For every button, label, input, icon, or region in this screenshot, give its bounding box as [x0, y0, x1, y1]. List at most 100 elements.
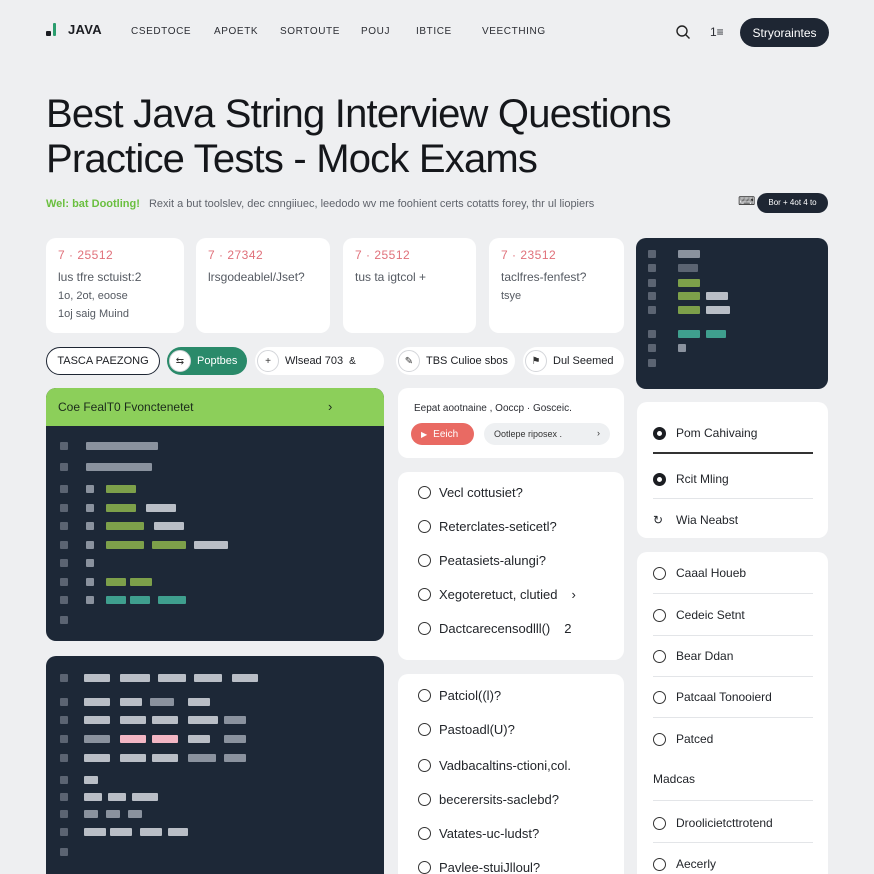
- code-token: [60, 716, 68, 724]
- play-button[interactable]: ▶ Eeich: [411, 423, 474, 445]
- divider: [653, 717, 813, 718]
- bell-icon[interactable]: ⌨: [738, 194, 755, 208]
- answer-option[interactable]: Patciol((l)?: [418, 688, 501, 703]
- code-token: [60, 735, 68, 743]
- radio-button[interactable]: [418, 622, 431, 635]
- sidebar-item[interactable]: Droolicietcttrotend: [653, 816, 773, 830]
- answer-option[interactable]: Vadbacaltins-ctioni,col.: [418, 758, 571, 773]
- radio-button[interactable]: [418, 759, 431, 772]
- code-token: [106, 485, 136, 493]
- code-token: [706, 330, 726, 338]
- radio-button[interactable]: [418, 486, 431, 499]
- answer-option[interactable]: Pastoadl(U)?: [418, 722, 515, 737]
- nav-link-2[interactable]: APOETK: [214, 26, 258, 37]
- sidebar-item[interactable]: Rcit Mling: [653, 472, 729, 486]
- answer-option[interactable]: Vatates-uc-ludst?: [418, 826, 539, 841]
- radio-button[interactable]: [653, 649, 666, 663]
- code-token: [60, 485, 68, 493]
- nav-link-6[interactable]: VEECTHING: [482, 26, 546, 37]
- answer-text: Reterclates-seticetl?: [439, 519, 557, 534]
- code-token: [128, 810, 142, 818]
- radio-button[interactable]: [418, 689, 431, 702]
- code-token: [86, 522, 94, 530]
- answer-option[interactable]: becerersits-saclebd?: [418, 792, 559, 807]
- divider: [653, 676, 813, 677]
- code-token: [84, 716, 110, 724]
- sidebar-item[interactable]: Aecerly: [653, 857, 716, 871]
- code-token: [678, 330, 700, 338]
- filter-chip-3[interactable]: + Wlsead 703 &: [255, 347, 384, 375]
- menu-icon[interactable]: 1≡: [710, 25, 724, 39]
- filter-chip-2[interactable]: ⇆ Poptbes: [167, 347, 247, 375]
- sidebar-card-1: Pom Cahivaing Rcit Mling ↻ Wia Neabst: [637, 402, 828, 538]
- code-token: [60, 578, 68, 586]
- answer-option[interactable]: Dactcarecensodlll() 2: [418, 621, 572, 636]
- code-token: [648, 292, 656, 300]
- radio-button[interactable]: [653, 608, 666, 622]
- radio-button[interactable]: [653, 472, 666, 486]
- question-card-2: Patciol((l)? Pastoadl(U)? Vadbacaltins-c…: [398, 674, 624, 874]
- stat-card[interactable]: 7 · 23512 taclfres-fenfest? tsye: [489, 238, 624, 333]
- divider: [653, 842, 813, 843]
- filter-chip-1[interactable]: TASCA PAEZONG: [46, 347, 160, 375]
- code-token: [60, 463, 68, 471]
- signup-button[interactable]: Stryoraintes: [740, 18, 829, 47]
- radio-button[interactable]: [653, 566, 666, 580]
- sidebar-item[interactable]: Cedeic Setnt: [653, 608, 745, 622]
- nav-link-4[interactable]: POUJ: [361, 26, 390, 37]
- page-title: Best Java String Interview Questions Pra…: [46, 92, 672, 182]
- radio-button[interactable]: [418, 827, 431, 840]
- logo[interactable]: JAVA: [46, 22, 102, 37]
- stat-line: 1oj saig Muind: [58, 308, 129, 320]
- side-pill-button[interactable]: Bor + 4ot 4 to: [757, 193, 828, 213]
- code-token: [84, 674, 110, 682]
- sidebar-item[interactable]: Bear Ddan: [653, 649, 733, 663]
- chevron-right-icon[interactable]: ›: [328, 399, 332, 414]
- radio-button[interactable]: [418, 520, 431, 533]
- radio-button[interactable]: [653, 816, 666, 830]
- radio-button[interactable]: [653, 426, 666, 440]
- stat-line: 1o, 2ot, eoose: [58, 290, 128, 302]
- sidebar-card-2: Caaal Houeb Cedeic Setnt Bear Ddan Patca…: [637, 552, 828, 874]
- radio-button[interactable]: [418, 793, 431, 806]
- stat-line: tus ta igtcol +: [355, 270, 427, 284]
- radio-button[interactable]: [418, 723, 431, 736]
- sidebar-item[interactable]: Caaal Houeb: [653, 566, 746, 580]
- code-token: [224, 754, 246, 762]
- play-icon: ▶: [421, 429, 428, 439]
- radio-button[interactable]: [653, 690, 666, 704]
- code-token: [152, 541, 186, 549]
- filter-chip-5[interactable]: ⚑ Dul Seemed: [523, 347, 624, 375]
- code-token: [648, 330, 656, 338]
- nav-link-1[interactable]: CSEDTOCE: [131, 26, 191, 37]
- sidebar-item[interactable]: ↻ Wia Neabst: [653, 513, 738, 527]
- filter-chip-4[interactable]: ✎ TBS Culioe sbos: [396, 347, 515, 375]
- code-token: [188, 698, 210, 706]
- radio-button[interactable]: [418, 554, 431, 567]
- sidebar-item[interactable]: Patcaal Tonooierd: [653, 690, 772, 704]
- next-question-button[interactable]: Ootlepe riposex . ›: [484, 423, 610, 445]
- radio-button[interactable]: [653, 857, 666, 871]
- answer-option[interactable]: Xegoteretuct, clutied ›: [418, 587, 576, 602]
- nav-link-3[interactable]: SORTOUTE: [280, 26, 340, 37]
- stat-card[interactable]: 7 · 27342 lrsgodeablel/Jset?: [196, 238, 330, 333]
- sidebar-item[interactable]: Pom Cahivaing: [653, 426, 757, 440]
- answer-option[interactable]: Reterclates-seticetl?: [418, 519, 557, 534]
- search-icon[interactable]: [675, 24, 691, 40]
- answer-option[interactable]: Pavlee-stuiJlloul?: [418, 860, 540, 874]
- radio-button[interactable]: [418, 588, 431, 601]
- stat-card[interactable]: 7 · 25512 lus tfre sctuist:2 1o, 2ot, eo…: [46, 238, 184, 333]
- play-button-label: Eeich: [433, 428, 459, 440]
- radio-button[interactable]: [418, 861, 431, 874]
- code-lines: [46, 426, 384, 641]
- quiz-controls-card: Eepat aootnaine , Ooccp · Gosceic. ▶ Eei…: [398, 388, 624, 458]
- sidebar-item[interactable]: Patced: [653, 732, 713, 746]
- answer-text: Patciol((l)?: [439, 688, 502, 703]
- radio-button[interactable]: [653, 732, 666, 746]
- stat-card[interactable]: 7 · 25512 tus ta igtcol +: [343, 238, 476, 333]
- code-token: [224, 735, 246, 743]
- nav-link-5[interactable]: IBTICE: [416, 26, 452, 37]
- code-token: [648, 279, 656, 287]
- answer-option[interactable]: Peatasiets-alungi?: [418, 553, 546, 568]
- answer-option[interactable]: Vecl cottusiet?: [418, 485, 523, 500]
